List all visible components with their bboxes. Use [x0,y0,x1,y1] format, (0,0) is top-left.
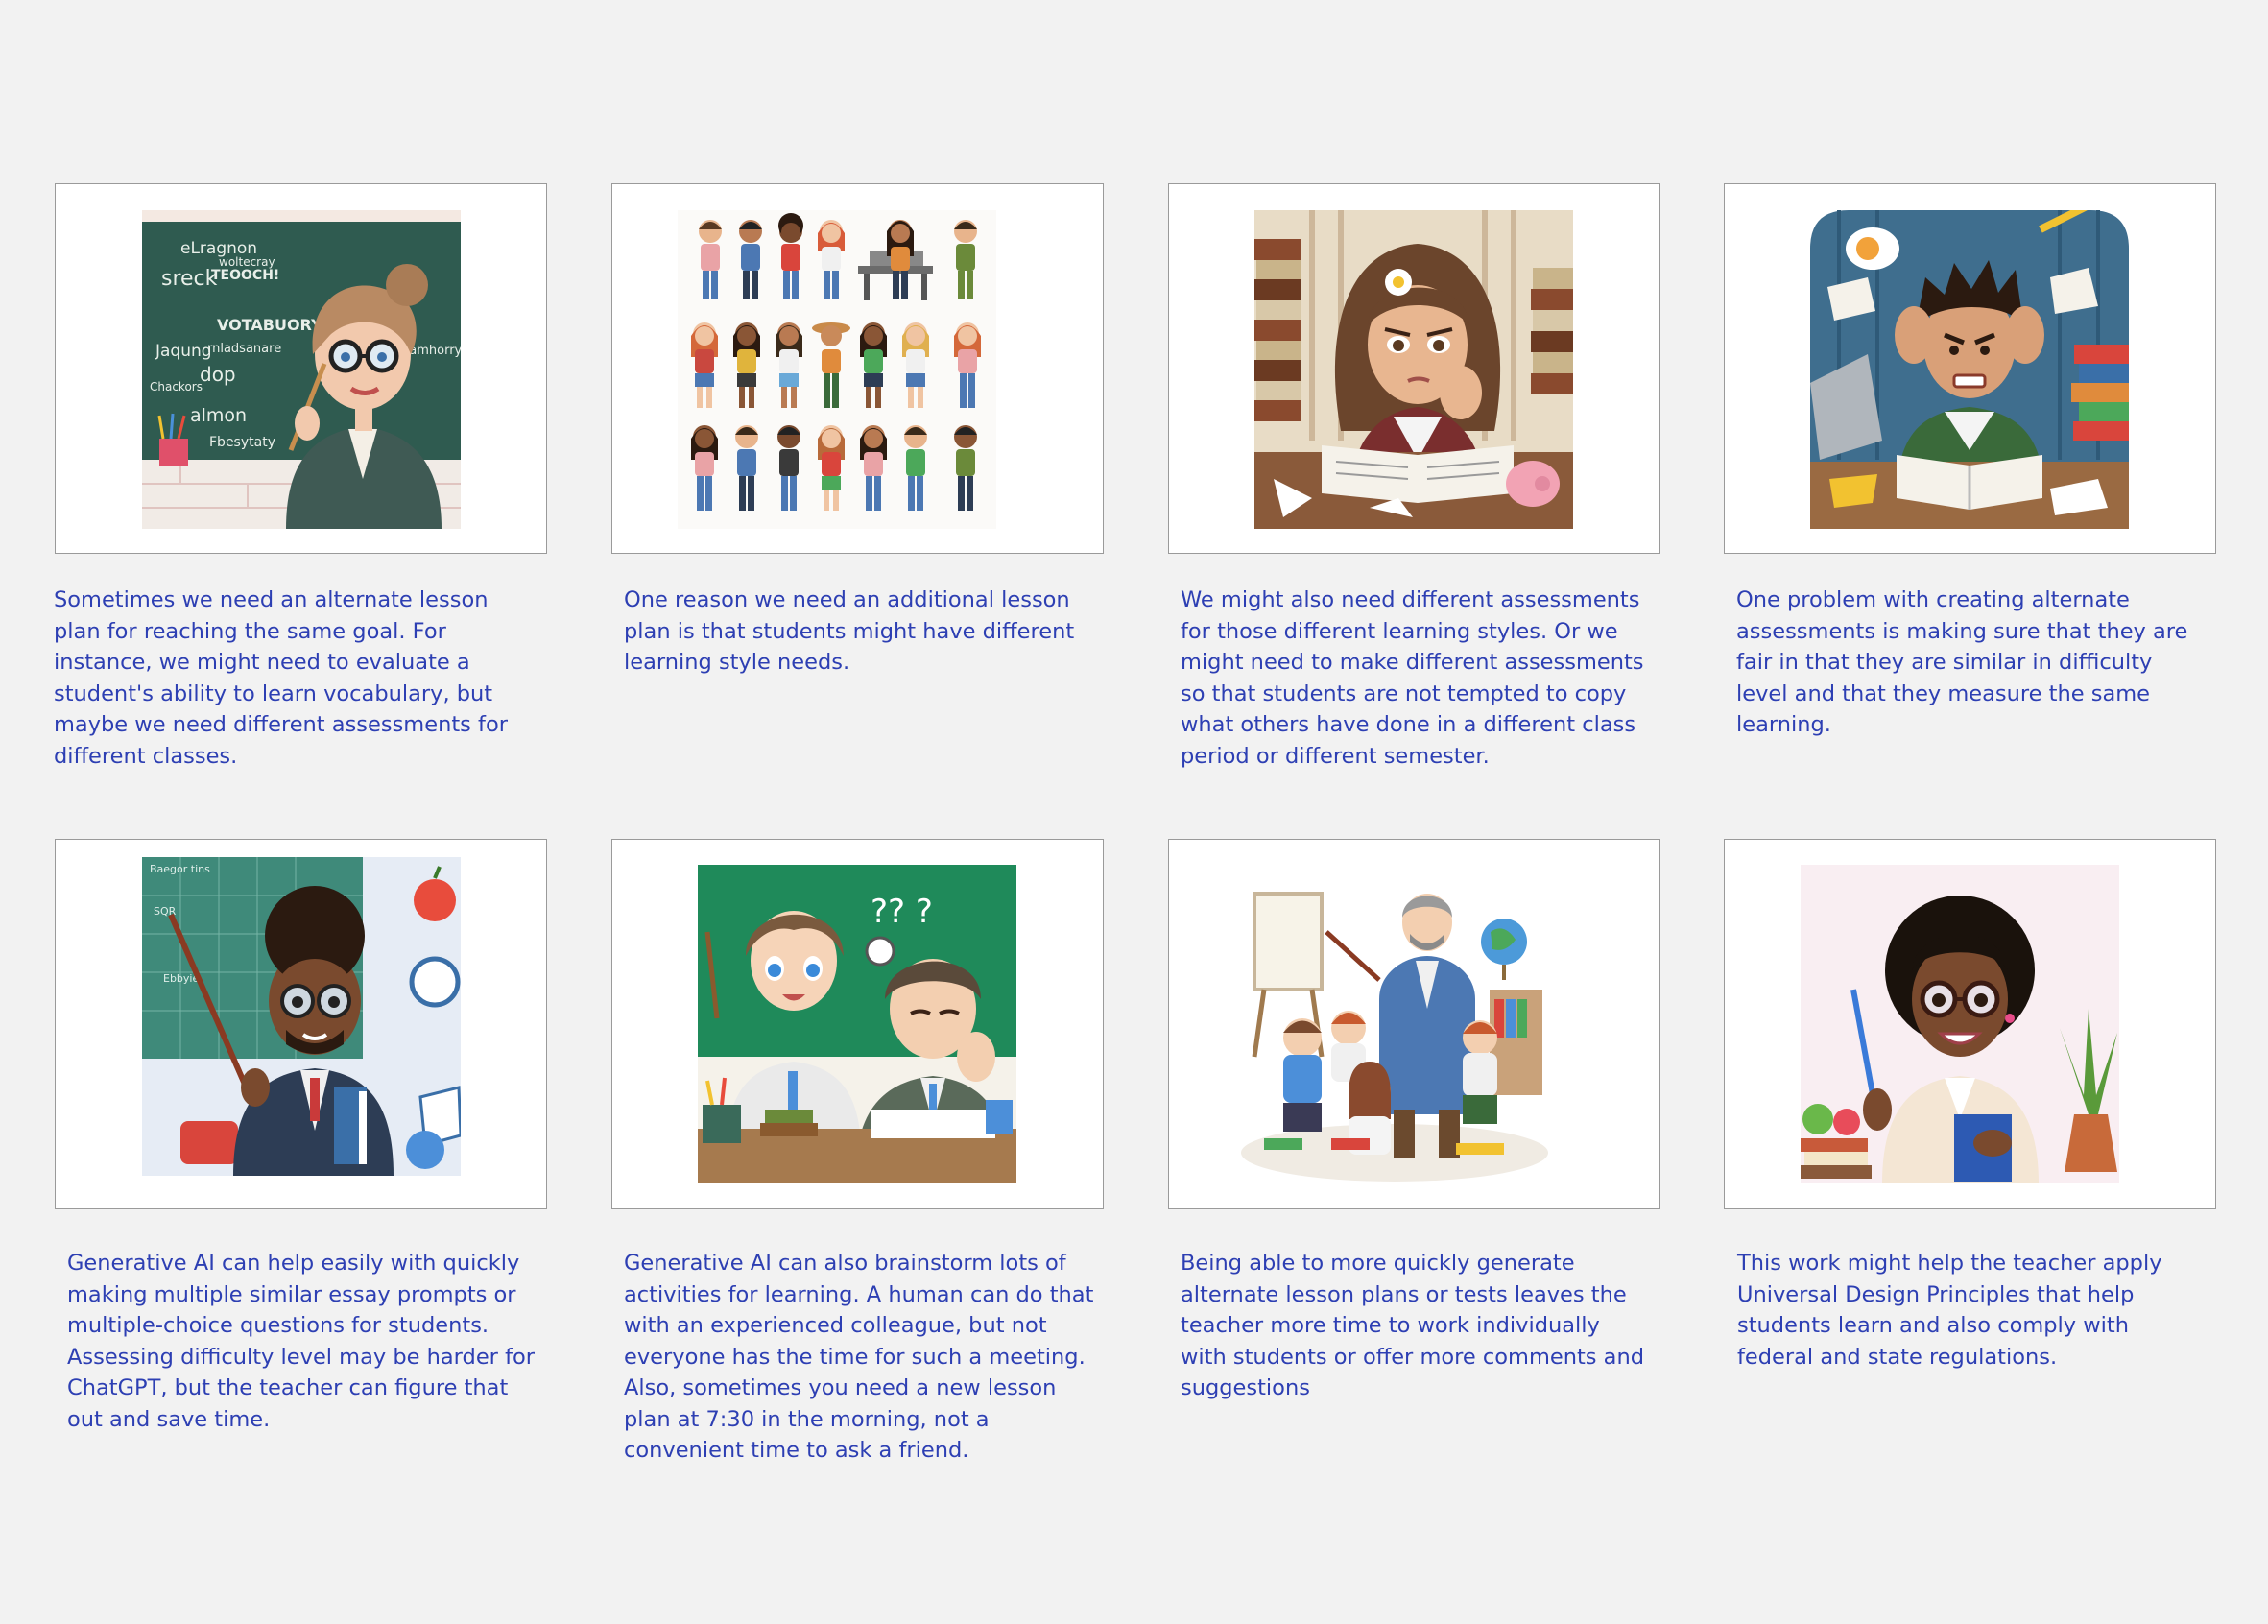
two-teachers-image: ?? ? [698,865,1016,1183]
svg-text:Baegor tins: Baegor tins [150,863,210,875]
svg-text:woltecray: woltecray [219,255,275,269]
svg-text:Jaqung: Jaqung [155,342,212,361]
svg-text:VOTABUORY: VOTABUORY [217,316,322,334]
students-grid-image [678,210,996,529]
svg-text:almon: almon [190,405,247,426]
teacher-with-children-image [1235,865,1554,1183]
svg-text:?? ?: ?? ? [871,893,933,931]
card-8-caption: This work might help the teacher apply U… [1737,1251,2162,1370]
teacher-with-books-image: Baegor tins SQR Ebbyie [142,857,461,1176]
svg-text:TEOOCH!: TEOOCH! [211,268,279,283]
teacher-chalkboard-image: eLragnon sreck TEOOCH! woltecray VOTABUO… [142,210,461,529]
card-5-caption: Generative AI can help easily with quick… [67,1251,536,1432]
frustrated-girl-image [1254,210,1573,529]
card-4-caption: One problem with creating alternate asse… [1736,587,2188,737]
svg-text:dop: dop [200,363,236,386]
card-3-caption: We might also need different assessments… [1181,587,1644,769]
stressed-boy-image [1810,210,2129,529]
svg-text:rnladsanare: rnladsanare [207,342,281,356]
card-2-caption: One reason we need an additional lesson … [624,587,1075,675]
svg-text:Chackors: Chackors [150,380,203,394]
svg-text:Fbesytaty: Fbesytaty [209,435,275,450]
card-7-caption: Being able to more quickly generate alte… [1181,1251,1644,1400]
card-6-caption: Generative AI can also brainstorm lots o… [624,1251,1094,1463]
svg-text:sreck: sreck [161,267,218,291]
smiling-teacher-image [1801,865,2119,1183]
card-1-caption: Sometimes we need an alternate lesson pl… [54,587,508,769]
